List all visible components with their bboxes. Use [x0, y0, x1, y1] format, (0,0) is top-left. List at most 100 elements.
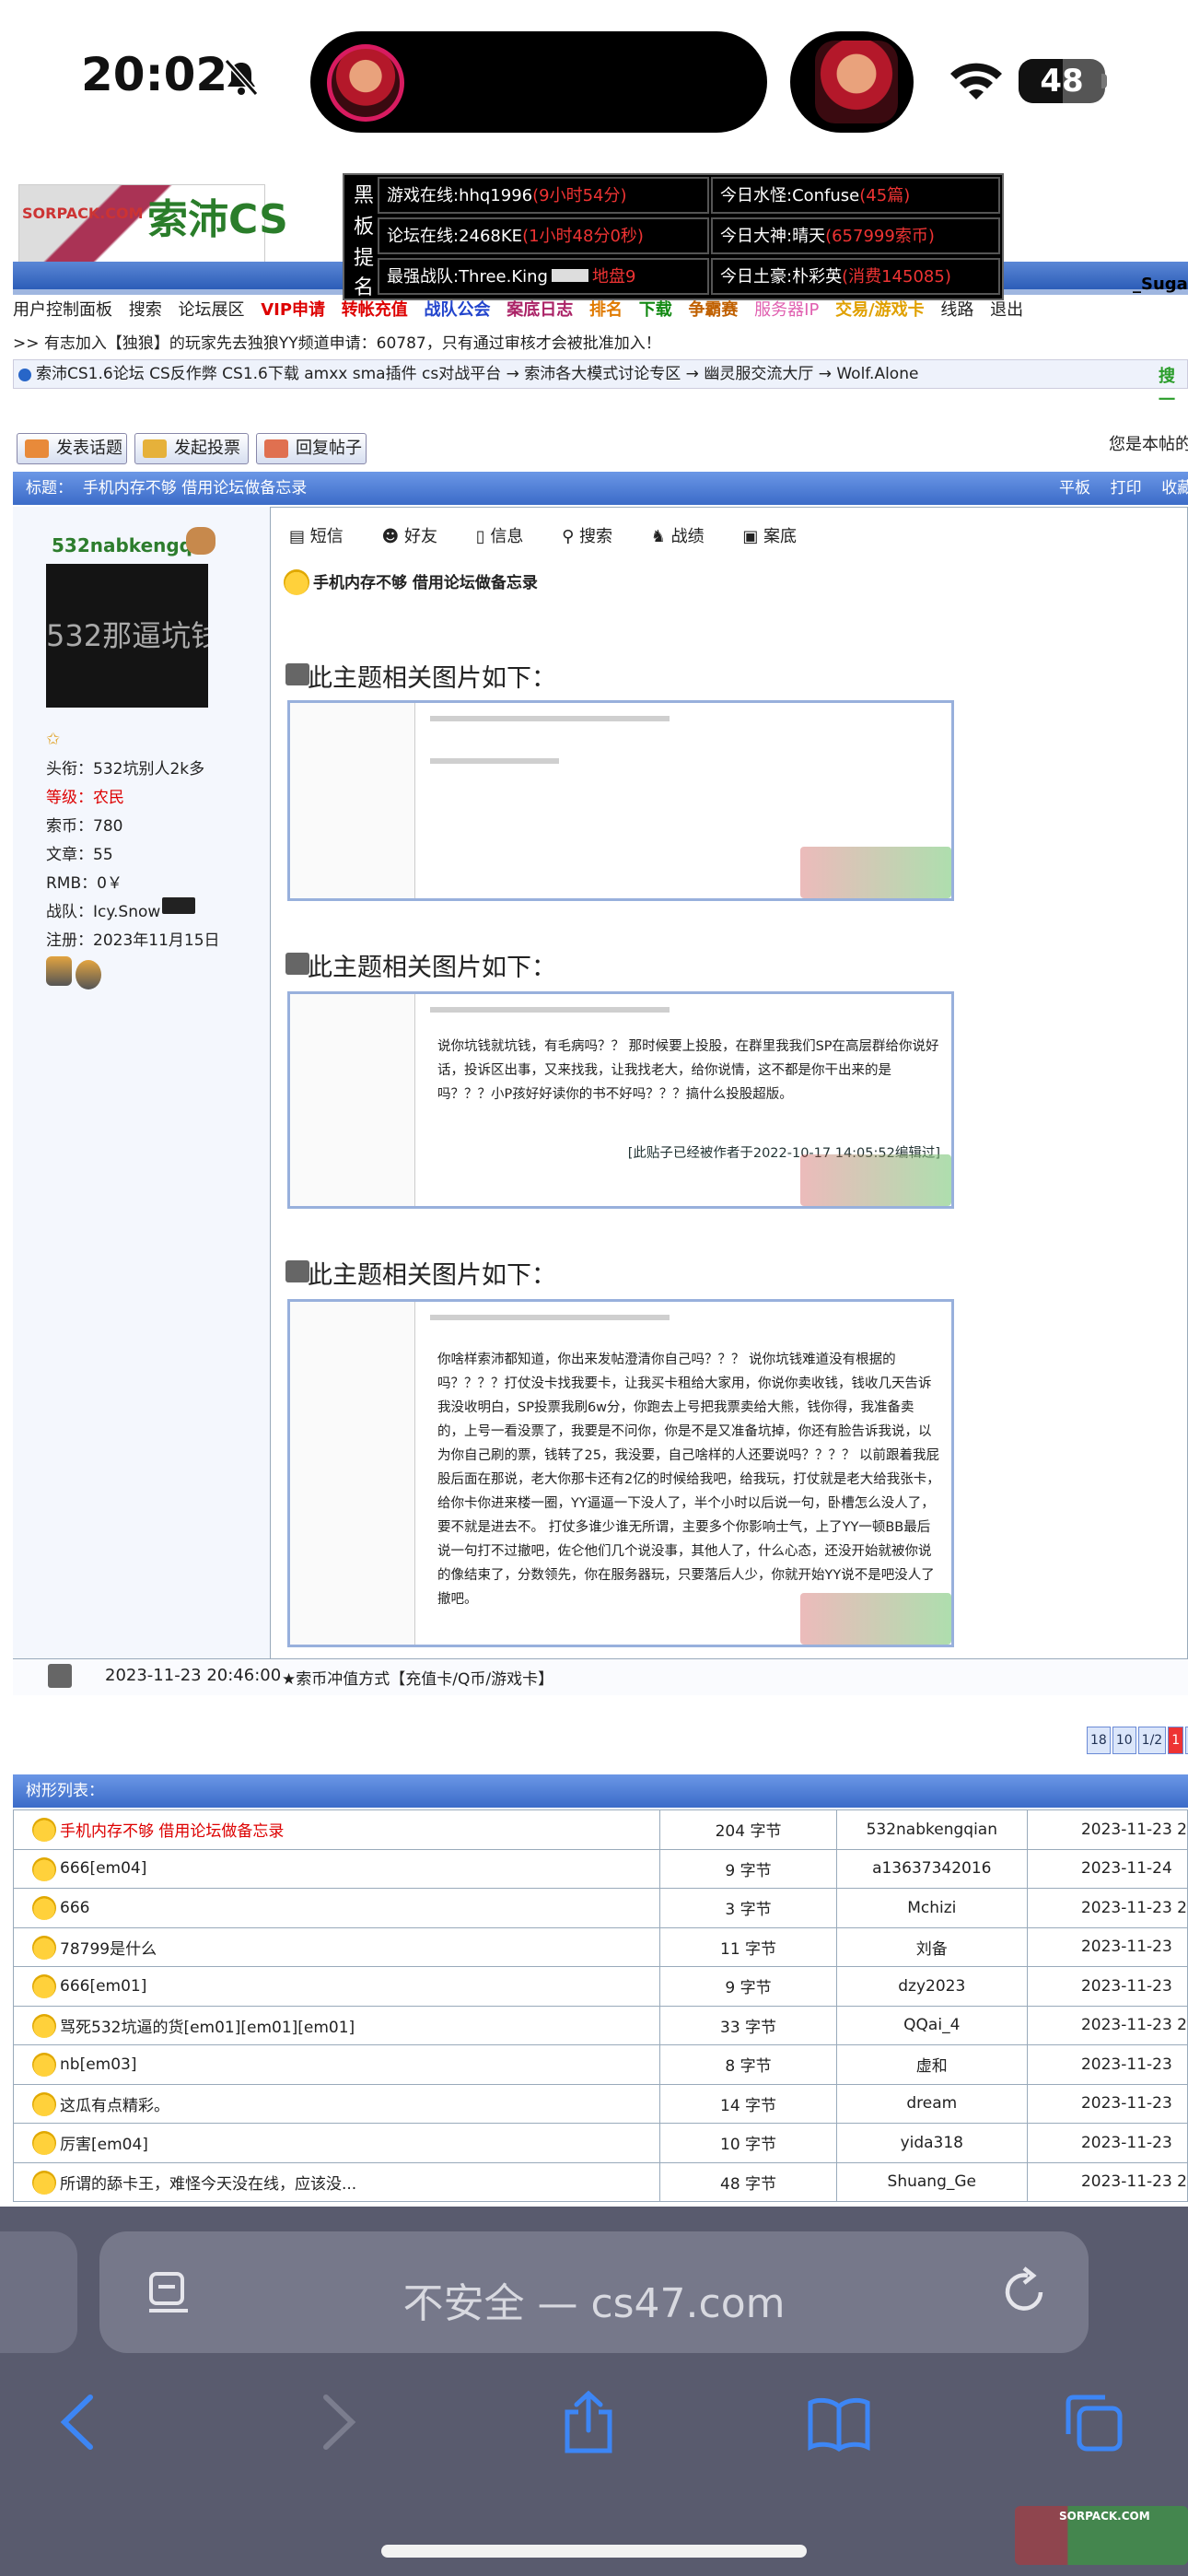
reply-size: 48 字节 [659, 2161, 837, 2202]
case-button[interactable]: ▣ 案底 [742, 527, 813, 546]
stat-today-master[interactable]: 今日大神:晴天(657999索币) [711, 217, 1000, 254]
reply-title[interactable]: 手机内存不够 借用论坛做备忘录 [12, 1809, 661, 1850]
nav-ranking[interactable]: 排名 [589, 300, 623, 320]
reply-author: yida318 [835, 2123, 1028, 2163]
smiley-icon [32, 1856, 56, 1881]
table-row[interactable]: 78799是什么 11 字节 刘备 2023-11-23 [12, 1926, 1188, 1967]
web-page: SORPACK.COM 索沛CS _Suga 黑 板 提 名 游戏在线:hhq1… [0, 166, 1188, 2207]
post-signature[interactable]: ★索币冲值方式【充值卡/Q币/游戏卡】 [282, 1666, 553, 1689]
record-button[interactable]: ♞ 战绩 [651, 527, 721, 546]
table-row[interactable]: 骂死532坑逼的货[em01][em01][em01] 33 字节 QQai_4 20… [12, 2005, 1188, 2045]
reply-author: a13637342016 [835, 1848, 1028, 1889]
computer-icon [48, 1664, 72, 1688]
previous-tab[interactable] [0, 2231, 77, 2353]
stat-top-clan[interactable]: 最强战队:Three.King 地盘9 [378, 258, 709, 295]
nav-download[interactable]: 下载 [639, 300, 672, 320]
reply-title[interactable]: 666[em04] [12, 1848, 661, 1889]
author-avatar[interactable]: 532那逼坑钱 [46, 564, 208, 708]
reply-title[interactable]: 这瓜有点精彩。 [12, 2083, 661, 2124]
reply-title-text[interactable]: 666 [60, 1899, 89, 1917]
reply-size: 3 字节 [659, 1888, 837, 1928]
reply-title-text[interactable]: 手机内存不够 借用论坛做备忘录 [60, 1822, 284, 1841]
back-icon[interactable] [48, 2390, 112, 2454]
home-indicator[interactable] [381, 2545, 807, 2558]
table-row[interactable]: 这瓜有点精彩。 14 字节 dream 2023-11-23 [12, 2083, 1188, 2124]
nav-routes[interactable]: 线路 [940, 300, 973, 320]
tool-favorite[interactable]: 收藏 [1161, 479, 1188, 498]
reply-title[interactable]: 666[em01] [12, 1966, 661, 2007]
search-link[interactable]: 搜一 [1159, 363, 1188, 411]
tabs-icon[interactable] [1061, 2390, 1125, 2454]
nav-server-ip[interactable]: 服务器IP [754, 300, 819, 320]
reply-title[interactable]: nb[em03] [12, 2044, 661, 2085]
nav-clans[interactable]: 战队公会 [425, 300, 491, 320]
info-button[interactable]: ▯ 信息 [476, 527, 541, 546]
post-toolbar: ▤ 短信 ☻ 好友 ▯ 信息 ⚲ 搜索 ♞ 战绩 ▣ 案底 [289, 523, 830, 547]
stat-game-online[interactable]: 游戏在线:hhq1996(9小时54分) [378, 177, 709, 214]
smiley-icon [32, 1974, 56, 1998]
message-button[interactable]: ▤ 短信 [289, 527, 360, 546]
reply-title[interactable]: 骂死532坑逼的货[em01][em01][em01] [12, 2005, 661, 2045]
reply-author-text: QQai_4 [903, 2016, 961, 2035]
image-heading-1: 此主题相关图片如下： [308, 664, 556, 693]
reply-title-text[interactable]: 厉害[em04] [60, 2136, 148, 2154]
reply-title[interactable]: 所谓的舔卡王，难怪今天没在线，应该没... [12, 2161, 661, 2202]
table-row[interactable]: 666 3 字节 Mchizi 2023-11-23 2 [12, 1888, 1188, 1928]
bookmarks-icon[interactable] [807, 2390, 871, 2454]
stat-forum-online[interactable]: 论坛在线:2468KE(1小时48分0秒) [378, 217, 709, 254]
reply-title-text[interactable]: 骂死532坑逼的货[em01][em01][em01] [60, 2019, 355, 2037]
nav-vip[interactable]: VIP申请 [261, 300, 325, 320]
reply-date: 2023-11-24 [1026, 1848, 1188, 1889]
stat-today-poster[interactable]: 今日水怪:Confuse(45篇) [711, 177, 1000, 214]
post-title: 手机内存不够 借用论坛做备忘录 [313, 574, 538, 592]
reply-date-text: 2023-11-24 [1080, 1859, 1172, 1879]
nav-search[interactable]: 搜索 [129, 300, 162, 320]
attached-image-3[interactable]: 你啥样索沛都知道，你出来发帖澄清你自己吗？？？ 说你坑钱难道没有根据的吗？？？？… [287, 1299, 954, 1647]
share-icon[interactable] [556, 2390, 621, 2454]
table-row[interactable]: 厉害[em04] 10 字节 yida318 2023-11-23 [12, 2123, 1188, 2163]
tool-tablet[interactable]: 平板 [1059, 479, 1090, 498]
reply-size-text: 9 字节 [725, 1861, 772, 1880]
pager: 18101/212 [1087, 1727, 1188, 1754]
forward-icon[interactable] [304, 2390, 368, 2454]
table-row[interactable]: 手机内存不够 借用论坛做备忘录 204 字节 532nabkengqian 2023-… [12, 1809, 1188, 1850]
stat-today-spender[interactable]: 今日土豪:朴彩英(消费145085) [711, 258, 1000, 295]
nav-logout[interactable]: 退出 [990, 300, 1023, 320]
nav-tournament[interactable]: 争霸赛 [688, 300, 738, 320]
smiley-icon [32, 2091, 56, 2116]
reply-title-text[interactable]: nb[em03] [60, 2055, 136, 2074]
reply-title[interactable]: 666 [12, 1888, 661, 1928]
tool-print[interactable]: 打印 [1111, 479, 1142, 498]
notice-text[interactable]: >> 有志加入【独狼】的玩家先去独狼YY频道申请：60787，只有通过审核才会被… [13, 330, 661, 353]
reply-title-text[interactable]: 所谓的舔卡王，难怪今天没在线，应该没... [60, 2175, 356, 2194]
table-row[interactable]: 所谓的舔卡王，难怪今天没在线，应该没... 48 字节 Shuang_Ge 2023-… [12, 2161, 1188, 2202]
reply-title-text[interactable]: 这瓜有点精彩。 [60, 2097, 169, 2115]
table-row[interactable]: nb[em03] 8 字节 虚和 2023-11-23 [12, 2044, 1188, 2085]
header-username[interactable]: _Suga [1133, 275, 1188, 294]
nav-case-log[interactable]: 案底日志 [507, 300, 573, 320]
breadcrumb[interactable]: 索沛CS1.6论坛 CS反作弊 CS1.6下载 amxx sma插件 cs对战平… [13, 359, 1188, 389]
nav-transfer[interactable]: 转帐充值 [342, 300, 408, 320]
nav-trade[interactable]: 交易/游戏卡 [835, 300, 925, 320]
nav-control-panel[interactable]: 用户控制面板 [13, 300, 112, 320]
search-button[interactable]: ⚲ 搜索 [562, 527, 629, 546]
attached-image-2[interactable]: 说你坑钱就坑钱，有毛病吗？？ 那时候要上投股，在群里我我们SP在高层群给你说好话… [287, 991, 954, 1209]
reply-size: 11 字节 [659, 1926, 837, 1967]
friend-button[interactable]: ☻ 好友 [381, 527, 454, 546]
pager-page-1[interactable]: 1 [1168, 1727, 1184, 1754]
reply-title-text[interactable]: 666[em04] [60, 1859, 146, 1878]
author-clan[interactable]: 战队：Icy.Snow [46, 898, 160, 921]
reply-button[interactable]: 回复帖子 [256, 433, 367, 464]
reload-icon[interactable] [1000, 2265, 1052, 2318]
new-vote-button[interactable]: 发起投票 [134, 433, 249, 464]
reply-title[interactable]: 78799是什么 [12, 1926, 661, 1967]
table-row[interactable]: 666[em01] 9 字节 dzy2023 2023-11-23 [12, 1966, 1188, 2007]
new-topic-button[interactable]: 发表话题 [17, 433, 127, 464]
reply-title-text[interactable]: 666[em01] [60, 1977, 146, 1996]
reply-title-text[interactable]: 78799是什么 [60, 1940, 157, 1959]
url-text[interactable]: 不安全 — cs47.com [99, 2270, 1089, 2329]
table-row[interactable]: 666[em04] 9 字节 a13637342016 2023-11-24 [12, 1848, 1188, 1889]
reply-title[interactable]: 厉害[em04] [12, 2123, 661, 2163]
nav-showcase[interactable]: 论坛展区 [178, 300, 244, 320]
attached-image-1[interactable] [287, 700, 954, 901]
